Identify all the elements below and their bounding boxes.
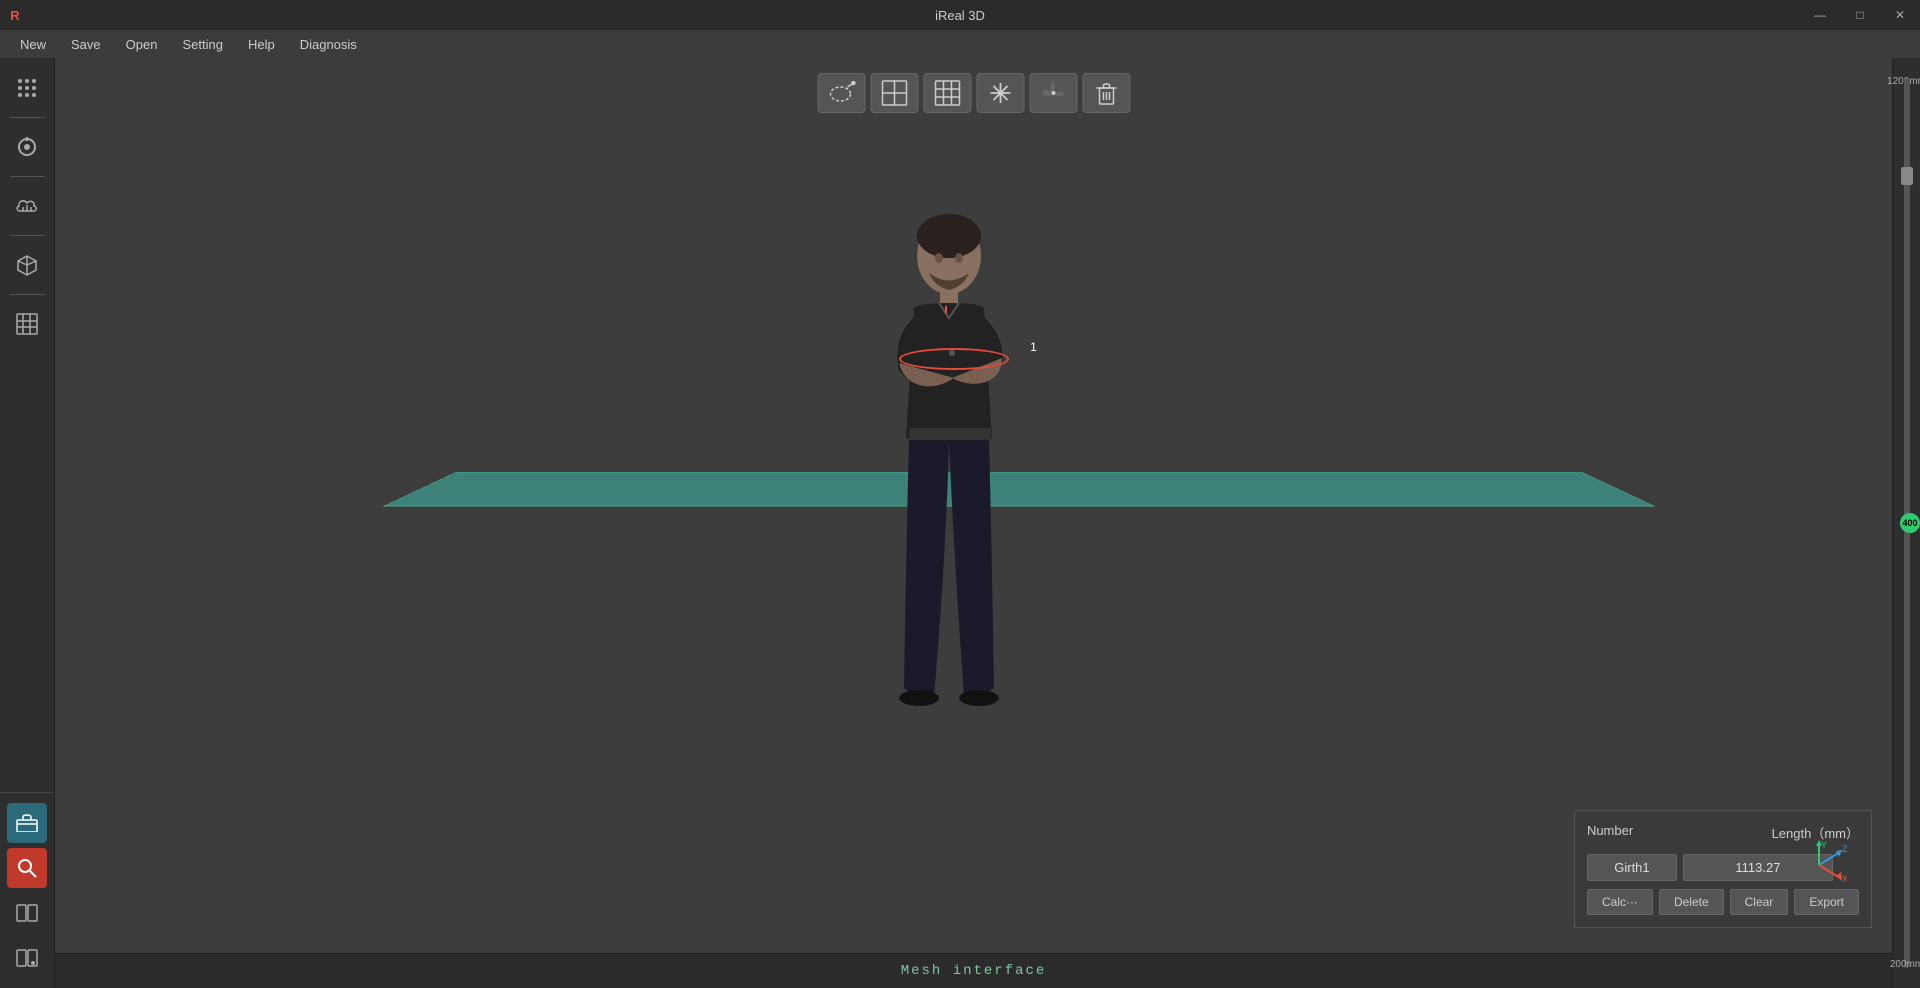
menu-new[interactable]: New xyxy=(10,34,56,55)
feature-tool-button[interactable] xyxy=(976,73,1024,113)
girth-number-cell: Girth1 xyxy=(1587,854,1677,881)
sidebar-separator-3 xyxy=(10,235,45,236)
main-layout: 1 Number Length（mm） Girth1 1113.27 Calc·… xyxy=(0,58,1920,988)
menubar: New Save Open Setting Help Diagnosis xyxy=(0,30,1920,58)
sidebar-separator-1 xyxy=(10,117,45,118)
titlebar: R iReal 3D — □ ✕ xyxy=(0,0,1920,30)
svg-text:Y: Y xyxy=(1821,840,1827,850)
close-button[interactable]: ✕ xyxy=(1880,0,1920,30)
3d-person-model xyxy=(864,208,1044,768)
ruler-value: 400 xyxy=(1902,518,1917,528)
left-sidebar xyxy=(0,58,55,988)
grid-dots-icon[interactable] xyxy=(7,68,47,108)
ruler-thumb[interactable] xyxy=(1901,167,1913,185)
app-title: iReal 3D xyxy=(935,8,985,23)
axis-gizmo: Y Z X xyxy=(1792,838,1842,888)
menu-diagnosis[interactable]: Diagnosis xyxy=(290,34,367,55)
split-view-dot-icon[interactable] xyxy=(7,938,47,978)
toolbox-icon[interactable] xyxy=(7,803,47,843)
minimize-button[interactable]: — xyxy=(1800,0,1840,30)
delete-button[interactable]: Delete xyxy=(1659,889,1724,915)
sidebar-separator-4 xyxy=(10,294,45,295)
viewport[interactable]: 1 Number Length（mm） Girth1 1113.27 Calc·… xyxy=(55,58,1892,988)
calc-button[interactable]: Calc··· xyxy=(1587,889,1653,915)
fan-tool-button[interactable] xyxy=(1029,73,1077,113)
menu-open[interactable]: Open xyxy=(116,34,168,55)
ruler-green-indicator[interactable]: 400 xyxy=(1900,513,1920,533)
menu-help[interactable]: Help xyxy=(238,34,285,55)
split-view-icon[interactable] xyxy=(7,893,47,933)
search-tool-icon[interactable] xyxy=(7,848,47,888)
ruler-bottom-label: 200mm xyxy=(1890,959,1920,970)
refresh-icon[interactable] xyxy=(7,127,47,167)
svg-text:X: X xyxy=(1842,874,1847,884)
cloud-icon[interactable] xyxy=(7,186,47,226)
cube-icon[interactable] xyxy=(7,245,47,285)
girth-point-label: 1 xyxy=(1030,340,1037,354)
grid9-tool-button[interactable] xyxy=(923,73,971,113)
window-controls: — □ ✕ xyxy=(1800,0,1920,30)
lasso-tool-button[interactable] xyxy=(817,73,865,113)
grid4-tool-button[interactable] xyxy=(870,73,918,113)
col-number-label: Number xyxy=(1587,823,1633,842)
app-logo: R xyxy=(0,0,30,30)
menu-save[interactable]: Save xyxy=(61,34,111,55)
maximize-button[interactable]: □ xyxy=(1840,0,1880,30)
svg-text:Z: Z xyxy=(1842,844,1847,854)
grid-mesh-icon[interactable] xyxy=(7,304,47,344)
right-ruler: 1200mm 400 200mm xyxy=(1892,58,1920,988)
statusbar-text: Mesh interface xyxy=(901,963,1047,979)
sidebar-separator-2 xyxy=(10,176,45,177)
viewport-toolbar xyxy=(817,73,1130,113)
girth-measurement-oval xyxy=(899,348,1009,370)
statusbar: Mesh interface xyxy=(55,953,1892,988)
menu-setting[interactable]: Setting xyxy=(172,34,232,55)
trash-tool-button[interactable] xyxy=(1082,73,1130,113)
clear-button[interactable]: Clear xyxy=(1730,889,1789,915)
